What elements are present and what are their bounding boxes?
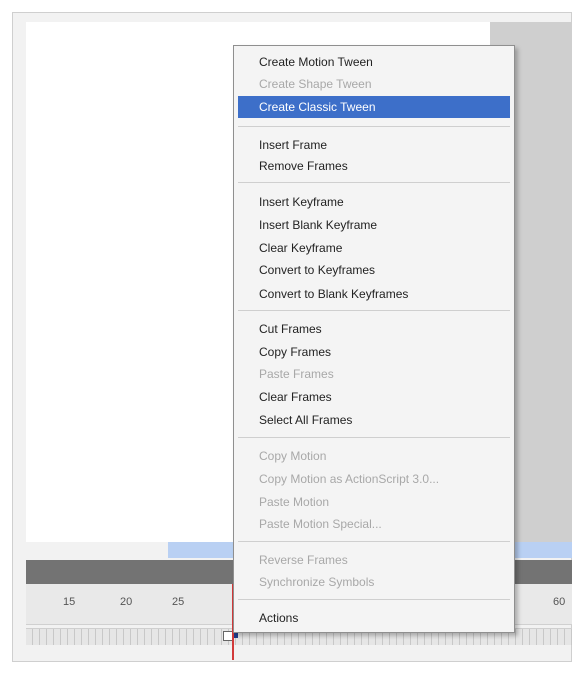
menu-item-actions[interactable]: Actions	[238, 607, 510, 629]
context-menu: Create Motion Tween Create Shape Tween C…	[233, 45, 515, 633]
menu-separator	[238, 437, 510, 438]
menu-separator	[238, 182, 510, 183]
menu-item-cut-frames[interactable]: Cut Frames	[238, 318, 510, 340]
menu-item-clear-frames[interactable]: Clear Frames	[238, 386, 510, 408]
menu-item-convert-to-blank-keyframes[interactable]: Convert to Blank Keyframes	[238, 283, 510, 305]
ruler-number-25: 25	[172, 596, 185, 608]
menu-item-copy-motion-actionscript: Copy Motion as ActionScript 3.0...	[259, 472, 440, 486]
menu-separator	[238, 310, 510, 311]
menu-item-insert-keyframe[interactable]: Insert Keyframe	[238, 191, 510, 213]
ruler-number-20: 20	[120, 596, 133, 608]
menu-item-copy-motion: Copy Motion	[259, 449, 327, 463]
menu-separator	[238, 599, 510, 600]
ruler-number-15: 15	[63, 596, 76, 608]
menu-item-create-motion-tween[interactable]: Create Motion Tween	[238, 51, 510, 73]
menu-item-create-shape-tween: Create Shape Tween	[259, 77, 372, 91]
menu-item-synchronize-symbols: Synchronize Symbols	[259, 575, 375, 589]
menu-item-create-classic-tween[interactable]: Create Classic Tween	[238, 96, 510, 118]
ruler-number-60: 60	[553, 596, 566, 608]
menu-item-paste-motion-special: Paste Motion Special...	[259, 517, 382, 531]
menu-separator	[238, 541, 510, 542]
menu-item-select-all-frames[interactable]: Select All Frames	[238, 409, 510, 431]
menu-separator	[238, 126, 510, 127]
menu-item-clear-keyframe[interactable]: Clear Keyframe	[238, 237, 510, 259]
menu-item-paste-motion: Paste Motion	[259, 495, 330, 509]
menu-item-insert-blank-keyframe[interactable]: Insert Blank Keyframe	[238, 214, 510, 236]
menu-item-copy-frames[interactable]: Copy Frames	[238, 341, 510, 363]
menu-item-remove-frames[interactable]: Remove Frames	[238, 155, 510, 177]
menu-item-paste-frames: Paste Frames	[259, 367, 334, 381]
menu-item-reverse-frames: Reverse Frames	[259, 553, 348, 567]
menu-item-insert-frame[interactable]: Insert Frame	[238, 134, 510, 156]
menu-item-convert-to-keyframes[interactable]: Convert to Keyframes	[238, 259, 510, 281]
